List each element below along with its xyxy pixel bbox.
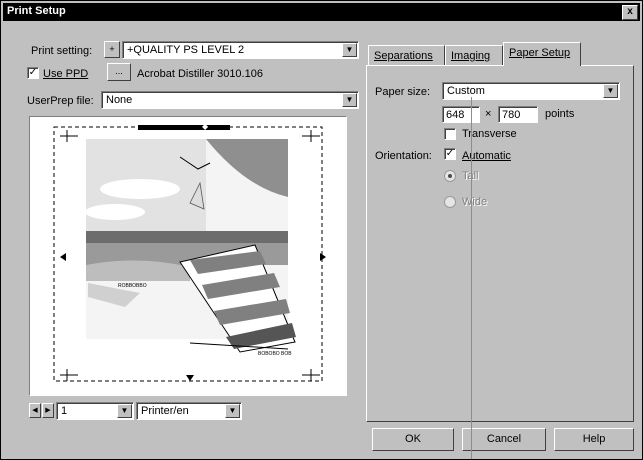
wide-label: Wide bbox=[462, 196, 488, 208]
chevron-down-icon: ▼ bbox=[342, 43, 357, 57]
close-button[interactable]: x bbox=[622, 5, 638, 20]
userprep-value: None bbox=[106, 94, 133, 106]
ppd-browse-button[interactable]: ... bbox=[107, 63, 131, 81]
tab-paper-setup-label: Paper Setup bbox=[509, 47, 571, 59]
userprep-select[interactable]: None ▼ bbox=[101, 91, 359, 109]
ok-button[interactable]: OK bbox=[372, 428, 454, 451]
transverse-checkbox[interactable] bbox=[444, 128, 456, 140]
page-select[interactable]: 1 ▼ bbox=[56, 402, 134, 420]
paper-width-input[interactable]: 648 bbox=[442, 106, 480, 123]
tab-imaging-label: Imaging bbox=[451, 50, 491, 62]
units-label: points bbox=[545, 108, 575, 120]
chevron-down-icon: ▼ bbox=[342, 93, 357, 107]
page-value: 1 bbox=[61, 405, 68, 417]
paper-size-value: Custom bbox=[447, 85, 485, 97]
preview-caption-left: ROBBOBBO bbox=[118, 283, 147, 289]
paper-size-label: Paper size: bbox=[375, 86, 431, 98]
ppd-name: Acrobat Distiller 3010.106 bbox=[137, 68, 263, 80]
tab-imaging[interactable]: Imaging bbox=[445, 45, 503, 65]
chevron-down-icon: ▼ bbox=[603, 84, 618, 98]
preview-mode-select[interactable]: Printer/en ▼ bbox=[136, 402, 242, 420]
paper-height-input[interactable]: 780 bbox=[498, 106, 538, 123]
paper-setup-panel: Paper size: Custom ▼ 648 × 780 points Tr… bbox=[366, 65, 634, 422]
previous-page-button[interactable]: ◀ bbox=[29, 403, 41, 418]
preview-mode-value: Printer/en bbox=[141, 405, 189, 417]
userprep-label: UserPrep file: bbox=[27, 95, 94, 107]
preview-canvas: ROBBOBBO BOBOBO BOB ◆ bbox=[53, 122, 326, 382]
chevron-down-icon: ▼ bbox=[117, 404, 132, 418]
use-ppd-label: Use PPD bbox=[43, 68, 89, 80]
tab-paper-setup[interactable]: Paper Setup bbox=[503, 42, 581, 66]
chevron-down-icon: ▼ bbox=[225, 404, 240, 418]
automatic-checkbox[interactable]: ✓ bbox=[444, 148, 456, 160]
title-bar: Print Setup x bbox=[3, 3, 640, 21]
print-preview: ROBBOBBO BOBOBO BOB ◆ bbox=[29, 116, 347, 396]
window-title: Print Setup bbox=[7, 5, 66, 17]
guide-line bbox=[471, 97, 472, 459]
crop-mark-icon: ◆ bbox=[202, 122, 209, 131]
print-setting-select[interactable]: +QUALITY PS LEVEL 2 ▼ bbox=[122, 41, 359, 59]
paper-size-select[interactable]: Custom ▼ bbox=[442, 82, 620, 100]
cancel-button[interactable]: Cancel bbox=[462, 428, 546, 451]
add-print-setting-button[interactable]: + bbox=[104, 41, 120, 58]
tab-separations[interactable]: Separations bbox=[368, 45, 445, 65]
orientation-label: Orientation: bbox=[375, 150, 432, 162]
automatic-label: Automatic bbox=[462, 150, 511, 162]
print-setting-value: +QUALITY PS LEVEL 2 bbox=[127, 44, 245, 56]
help-button[interactable]: Help bbox=[554, 428, 634, 451]
preview-caption-right: BOBOBO BOB bbox=[258, 351, 292, 357]
times-sign: × bbox=[485, 108, 492, 120]
print-setting-label: Print setting: bbox=[31, 45, 93, 57]
use-ppd-checkbox[interactable]: ✓ bbox=[27, 67, 39, 79]
wide-radio[interactable] bbox=[444, 196, 456, 208]
tab-separations-label: Separations bbox=[374, 50, 433, 62]
print-setup-dialog: Print Setup x Print setting: + +QUALITY … bbox=[0, 0, 643, 460]
tall-radio[interactable] bbox=[444, 170, 456, 182]
next-page-button[interactable]: ▶ bbox=[42, 403, 54, 418]
